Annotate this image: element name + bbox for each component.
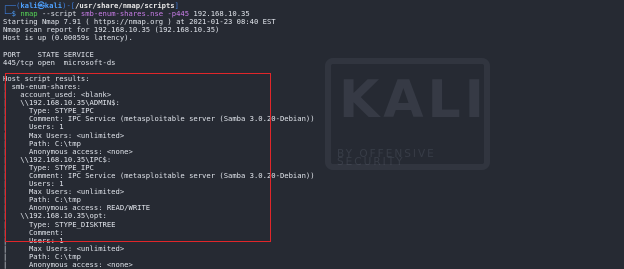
output-line: | Anonymous access: <none> bbox=[3, 260, 133, 269]
output-line: | Max Users: <unlimited> bbox=[3, 243, 125, 253]
output-line: Host is up (0.00059s latency). bbox=[3, 33, 133, 43]
output-line: 445/tcp open microsoft-ds bbox=[3, 57, 116, 67]
output-line: | Path: C:\tmp bbox=[3, 251, 81, 261]
highlight-box bbox=[5, 73, 271, 242]
